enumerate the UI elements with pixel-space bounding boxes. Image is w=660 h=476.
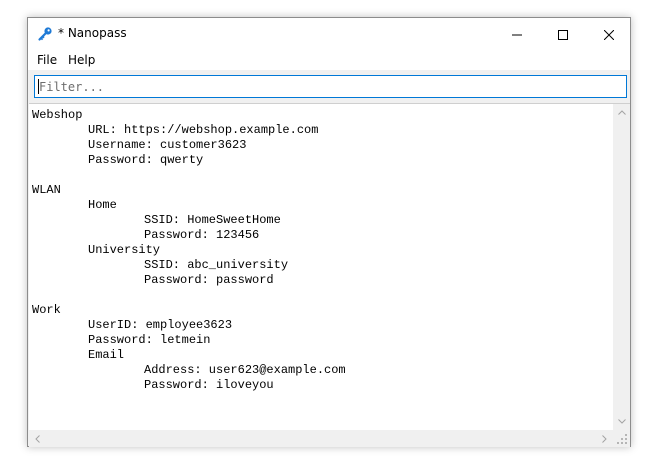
menu-bar: File Help — [28, 50, 630, 70]
text-line: SSID: abc_university — [144, 258, 289, 272]
menu-file[interactable]: File — [35, 53, 59, 67]
window-title: * Nanopass — [58, 26, 127, 40]
text-line: Webshop — [32, 108, 83, 122]
password-text-area[interactable]: Webshop URL: https://webshop.example.com U… — [29, 103, 630, 447]
scroll-up-arrow-icon[interactable] — [613, 104, 630, 121]
minimize-icon — [512, 25, 522, 44]
scroll-down-arrow-icon[interactable] — [613, 413, 630, 430]
maximize-icon — [558, 25, 568, 44]
text-line — [32, 288, 610, 303]
resize-grip[interactable] — [613, 430, 630, 447]
menu-help[interactable]: Help — [66, 53, 97, 67]
text-line: Password: iloveyou — [144, 378, 274, 392]
app-window: * Nanopass File Help Webshop URL: https:/… — [27, 17, 631, 447]
filter-field[interactable] — [34, 75, 627, 98]
vertical-scrollbar[interactable] — [613, 104, 630, 430]
text-line — [32, 168, 610, 183]
entries-text[interactable]: Webshop URL: https://webshop.example.com U… — [32, 108, 610, 426]
text-line: SSID: HomeSweetHome — [144, 213, 281, 227]
resize-grip-icon — [613, 432, 630, 451]
minimize-button[interactable] — [494, 18, 540, 50]
text-line: Home — [88, 198, 117, 212]
text-line: Address: user623@example.com — [144, 363, 346, 377]
scroll-right-arrow-icon[interactable] — [596, 430, 613, 447]
text-line: Password: qwerty — [88, 153, 204, 167]
close-icon — [603, 25, 615, 44]
text-line: WLAN — [32, 183, 61, 197]
text-line: Password: password — [144, 273, 274, 287]
text-line: Username: customer3623 — [88, 138, 247, 152]
text-line: Work — [32, 303, 61, 317]
scroll-left-arrow-icon[interactable] — [29, 430, 46, 447]
filter-input[interactable] — [35, 76, 626, 97]
close-button[interactable] — [586, 18, 632, 50]
text-line: University — [88, 243, 161, 257]
horizontal-scrollbar[interactable] — [29, 430, 613, 447]
text-line: Password: 123456 — [144, 228, 260, 242]
text-line: Email — [88, 348, 125, 362]
text-line: Password: letmein — [88, 333, 211, 347]
maximize-button[interactable] — [540, 18, 586, 50]
key-icon — [37, 26, 53, 42]
text-line: UserID: employee3623 — [88, 318, 233, 332]
title-bar[interactable]: * Nanopass — [28, 18, 630, 50]
text-line: URL: https://webshop.example.com — [88, 123, 319, 137]
text-caret — [38, 79, 39, 94]
